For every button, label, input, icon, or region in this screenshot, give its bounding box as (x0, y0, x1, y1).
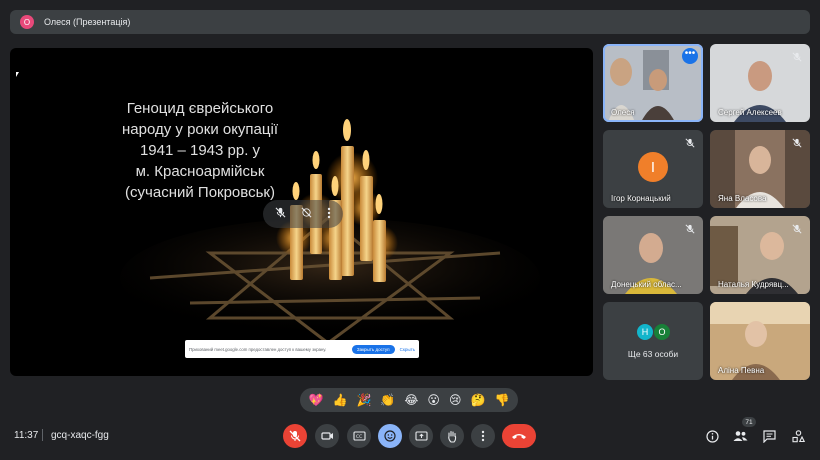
participant-name: Олеся (611, 108, 635, 117)
activities-button[interactable] (790, 428, 806, 444)
reaction-sad[interactable]: 😢 (449, 394, 462, 406)
mic-off-icon (289, 430, 301, 442)
presentation-stage[interactable]: Геноцид єврейського народу у роки окупац… (10, 48, 593, 376)
participant-name: Ігор Корнацький (611, 194, 671, 203)
slide-title: Геноцид єврейського народу у роки окупац… (122, 100, 278, 201)
svg-text:CC: CC (356, 434, 362, 440)
reaction-thumbs-down[interactable]: 👎 (494, 394, 509, 406)
reactions-bar[interactable]: 💖 👍 🎉 👏 😂 😮 😢 🤔 👎 (300, 388, 518, 412)
chat-icon (762, 429, 776, 443)
present-screen-icon (414, 430, 428, 441)
people-icon (733, 431, 747, 441)
meeting-code: gcq-xaqc-fgg (51, 430, 109, 441)
share-notice-text: Прихований meet.google.com предоставлен … (189, 346, 327, 352)
mic-off-icon (790, 222, 804, 236)
participant-name: Донецький облас... (611, 280, 682, 289)
participant-name: Наталья Кудрявц... (718, 280, 789, 289)
people-button[interactable] (732, 428, 748, 444)
reactions-button[interactable] (378, 424, 402, 448)
participant-tile[interactable]: ••• Олеся (603, 44, 703, 122)
reaction-heart[interactable]: 💖 (309, 394, 324, 406)
presenter-avatar: О (20, 15, 34, 29)
mic-off-icon (790, 136, 804, 150)
reaction-party[interactable]: 🎉 (356, 394, 371, 406)
reaction-thumbs-up[interactable]: 👍 (332, 394, 347, 406)
stop-sharing-button[interactable]: Закрыть доступ (351, 344, 395, 354)
tile-overlay-controls[interactable] (263, 200, 343, 228)
mic-off-icon (790, 50, 804, 64)
leave-call-button[interactable] (502, 424, 536, 448)
more-participants-tile[interactable]: Н О Ще 63 особи (603, 302, 703, 380)
participant-tile[interactable]: Донецький облас... (603, 216, 703, 294)
present-button[interactable] (409, 424, 433, 448)
clock: 11:37 (14, 430, 39, 441)
presenter-bar[interactable]: О Олеся (Презентація) (10, 10, 810, 34)
mic-toggle-button[interactable] (283, 424, 307, 448)
chat-button[interactable] (761, 428, 777, 444)
participant-avatar: Н (636, 323, 654, 341)
participant-more-button[interactable]: ••• (682, 48, 698, 64)
participant-tile[interactable]: Сергей Алексеев (710, 44, 810, 122)
captions-icon: CC (352, 431, 366, 441)
captions-button[interactable]: CC (347, 424, 371, 448)
hang-up-icon (512, 434, 526, 439)
camera-toggle-button[interactable] (315, 424, 339, 448)
participant-avatar: О (653, 323, 671, 341)
participant-name: Яна Власова (718, 194, 767, 203)
mic-off-icon (683, 222, 697, 236)
reaction-thinking[interactable]: 🤔 (470, 394, 485, 406)
participant-tile[interactable]: Аліна Певна (710, 302, 810, 380)
presenter-title: Олеся (Презентація) (44, 17, 131, 27)
mic-off-icon[interactable] (275, 207, 286, 221)
emoji-icon (384, 430, 396, 442)
participant-tile[interactable]: Наталья Кудрявц... (710, 216, 810, 294)
participant-tile[interactable]: Яна Власова (710, 130, 810, 208)
raise-hand-button[interactable] (440, 424, 464, 448)
screen-share-notice: Прихований meet.google.com предоставлен … (185, 340, 419, 358)
more-options-button[interactable] (471, 424, 495, 448)
participant-avatar: І (638, 152, 668, 182)
meeting-details-button[interactable] (704, 428, 720, 444)
people-count-badge: 71 (742, 417, 756, 427)
more-options-icon[interactable] (327, 207, 331, 222)
mouse-cursor (16, 72, 19, 77)
hide-notice-button[interactable]: Скрыть (400, 347, 415, 352)
info-icon (705, 429, 719, 443)
participant-tile[interactable]: І Ігор Корнацький (603, 130, 703, 208)
participant-name: Аліна Певна (718, 366, 765, 375)
hand-icon (448, 430, 457, 443)
reaction-surprised[interactable]: 😮 (427, 394, 440, 406)
pin-off-icon[interactable] (301, 207, 312, 221)
camera-icon (320, 432, 333, 440)
activities-icon (791, 429, 805, 442)
more-participants-label: Ще 63 особи (627, 349, 679, 359)
reaction-clap[interactable]: 👏 (380, 394, 395, 406)
divider (42, 429, 43, 441)
reaction-laugh[interactable]: 😂 (404, 394, 418, 406)
more-vert-icon (481, 430, 485, 442)
mic-off-icon (683, 136, 697, 150)
participant-name: Сергей Алексеев (718, 108, 782, 117)
